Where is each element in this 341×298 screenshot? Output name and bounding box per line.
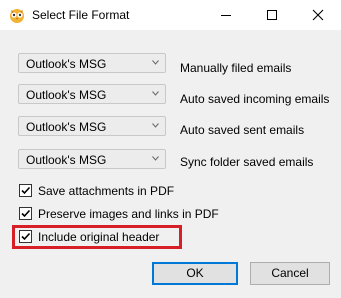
format-select-sync-folder[interactable]: Outlook's MSG [18,149,166,169]
checkmark-icon [21,186,31,195]
maximize-button[interactable] [249,0,295,30]
maximize-icon [267,10,277,20]
minimize-button[interactable] [203,0,249,30]
format-select-value: Outlook's MSG [26,120,107,134]
close-icon [312,9,324,21]
format-select-value: Outlook's MSG [26,153,107,167]
close-button[interactable] [295,0,341,30]
format-select-manually-filed[interactable]: Outlook's MSG [18,53,166,73]
chevron-down-icon [152,123,159,128]
window-title: Select File Format [32,8,130,22]
checkbox-preserve-images[interactable] [19,207,32,220]
checkmark-icon [21,209,31,218]
row-label-auto-incoming: Auto saved incoming emails [180,92,330,106]
format-select-value: Outlook's MSG [26,57,107,71]
row-label-manually-filed: Manually filed emails [180,61,292,75]
chevron-down-icon [152,60,159,65]
chevron-down-icon [152,91,159,96]
option-label-preserve-images[interactable]: Preserve images and links in PDF [38,207,219,221]
checkbox-save-attachments[interactable] [19,184,32,197]
chevron-down-icon [152,156,159,161]
highlight-box [12,225,182,249]
format-select-auto-sent[interactable]: Outlook's MSG [18,116,166,136]
format-select-value: Outlook's MSG [26,88,107,102]
ok-button[interactable]: OK [152,262,238,285]
format-select-auto-incoming[interactable]: Outlook's MSG [18,84,166,104]
app-owl-icon [10,9,24,23]
title-bar: Select File Format [0,0,341,30]
minimize-icon [221,15,231,16]
cancel-button[interactable]: Cancel [250,262,330,285]
row-label-auto-sent: Auto saved sent emails [180,123,305,137]
row-label-sync-folder: Sync folder saved emails [180,155,314,169]
option-label-save-attachments[interactable]: Save attachments in PDF [38,184,174,198]
